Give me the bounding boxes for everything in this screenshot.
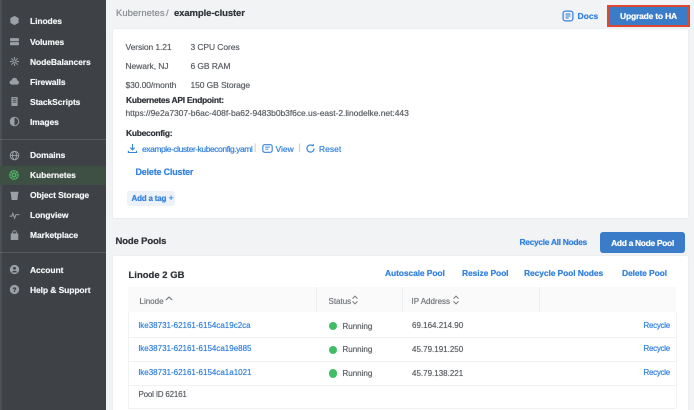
svg-text:?: ? <box>12 287 16 294</box>
